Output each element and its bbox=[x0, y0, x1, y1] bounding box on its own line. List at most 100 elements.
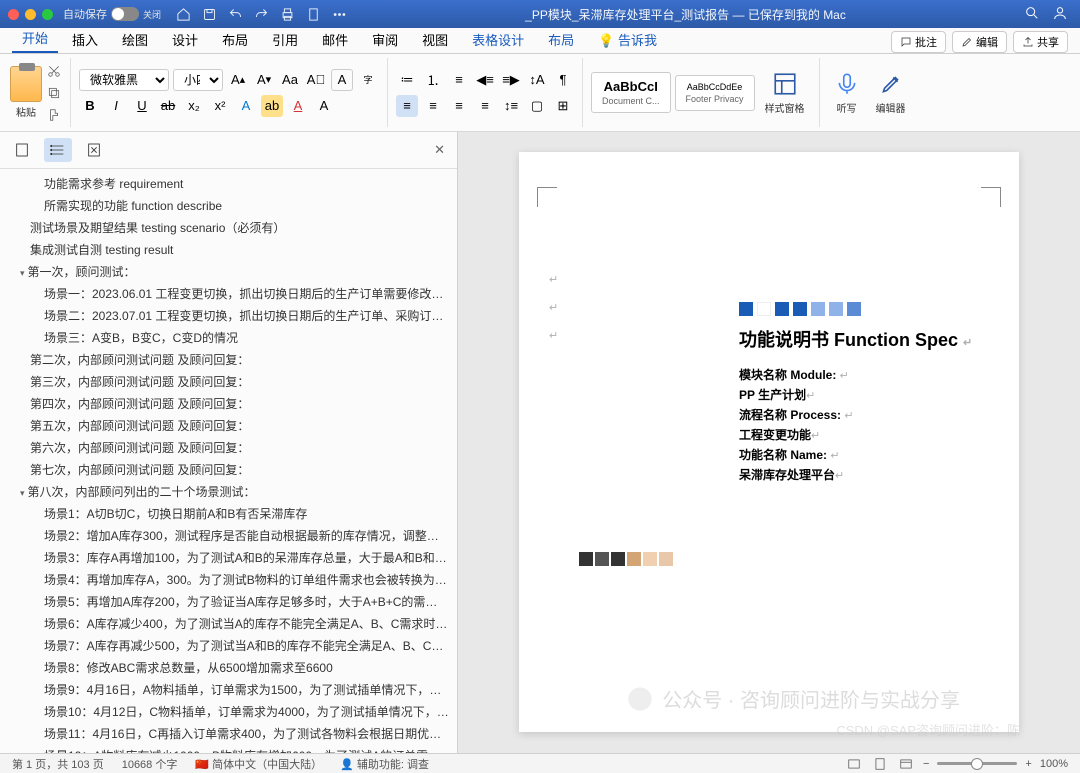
edit-outline-tab[interactable] bbox=[80, 138, 108, 162]
more-icon[interactable] bbox=[331, 6, 347, 22]
bold-button[interactable]: B bbox=[79, 95, 101, 117]
maximize-window-button[interactable] bbox=[42, 9, 53, 20]
outline-item[interactable]: 第七次，内部顾问测试问题 及顾问回复： bbox=[0, 459, 457, 481]
format-painter-icon[interactable] bbox=[46, 107, 62, 123]
undo-icon[interactable] bbox=[227, 6, 243, 22]
zoom-percent[interactable]: 100% bbox=[1040, 758, 1068, 770]
outline-item[interactable]: 场景二：2023.07.01 工程变更切换，抓出切换日期后的生产订单、采购订单需… bbox=[0, 305, 457, 327]
outline-item[interactable]: 场景6：A库存减少400，为了测试当A的库存不能完全满足A、B、C需求时，系 bbox=[0, 613, 457, 635]
change-case-icon[interactable]: Aa bbox=[279, 69, 301, 91]
tab-table-design[interactable]: 表格设计 bbox=[462, 26, 534, 53]
subscript-button[interactable]: x₂ bbox=[183, 95, 205, 117]
dictate-button[interactable]: 听写 bbox=[828, 71, 866, 115]
language-indicator[interactable]: 🇨🇳 简体中文（中国大陆） bbox=[195, 756, 322, 772]
font-color-icon[interactable]: A bbox=[287, 95, 309, 117]
line-spacing-icon[interactable]: ↕≡ bbox=[500, 95, 522, 117]
outline-item[interactable]: 第二次，内部顾问测试问题 及顾问回复： bbox=[0, 349, 457, 371]
tab-mailings[interactable]: 邮件 bbox=[312, 26, 358, 53]
outdent-icon[interactable]: ◀≡ bbox=[474, 69, 496, 91]
user-share-icon[interactable] bbox=[1052, 5, 1068, 24]
minimize-window-button[interactable] bbox=[25, 9, 36, 20]
thumbnails-tab[interactable] bbox=[8, 138, 36, 162]
search-icon[interactable] bbox=[1024, 5, 1040, 24]
outline-item[interactable]: 场景5：再增加A库存200，为了验证当A库存足够多时，大于A+B+C的需求时， bbox=[0, 591, 457, 613]
indent-icon[interactable]: ≡▶ bbox=[500, 69, 522, 91]
outline-item[interactable]: 场景8：修改ABC需求总数量，从6500增加需求至6600 bbox=[0, 657, 457, 679]
text-effects-icon[interactable]: A bbox=[235, 95, 257, 117]
style-item[interactable]: AaBbCcI Document C... bbox=[591, 72, 671, 113]
zoom-out-button[interactable]: − bbox=[923, 758, 929, 770]
multilevel-icon[interactable]: ≡ bbox=[448, 69, 470, 91]
outline-item[interactable]: 场景11：4月16日，C再插入订单需求400，为了测试各物料会根据日期优先级， bbox=[0, 723, 457, 745]
web-layout-icon[interactable] bbox=[897, 756, 915, 772]
comments-button[interactable]: 批注 bbox=[891, 31, 946, 53]
shading-icon[interactable]: ▢ bbox=[526, 95, 548, 117]
outline-item[interactable]: 场景4：再增加库存A，300。为了测试B物料的订单组件需求也会被转换为使用A bbox=[0, 569, 457, 591]
outline-item[interactable]: 场景一：2023.06.01 工程变更切换，抓出切换日期后的生产订单需要修改为呆… bbox=[0, 283, 457, 305]
share-button[interactable]: 共享 bbox=[1013, 31, 1068, 53]
print-layout-icon[interactable] bbox=[871, 756, 889, 772]
outline-item[interactable]: 场景三：A变B，B变C，C变D的情况 bbox=[0, 327, 457, 349]
phonetic-icon[interactable]: 字 bbox=[357, 69, 379, 91]
save-icon[interactable] bbox=[201, 6, 217, 22]
tab-review[interactable]: 审阅 bbox=[362, 26, 408, 53]
zoom-in-button[interactable]: + bbox=[1025, 758, 1031, 770]
tab-table-layout[interactable]: 布局 bbox=[538, 26, 584, 53]
outline-item[interactable]: 集成测试自测 testing result bbox=[0, 239, 457, 261]
copy-icon[interactable] bbox=[46, 85, 62, 101]
outline-item[interactable]: 第四次，内部顾问测试问题 及顾问回复： bbox=[0, 393, 457, 415]
edit-button[interactable]: 编辑 bbox=[952, 31, 1007, 53]
style-item[interactable]: AaBbCcDdEe Footer Privacy bbox=[675, 75, 755, 111]
outline-item[interactable]: 场景2：增加A库存300，测试程序是否能自动根据最新的库存情况，调整订单组 bbox=[0, 525, 457, 547]
document-canvas[interactable]: ↵ ↵ ↵ 功能说明书 Function Spec ↵ 模块名称 Module:… bbox=[458, 132, 1080, 753]
superscript-button[interactable]: x² bbox=[209, 95, 231, 117]
strike-button[interactable]: ab bbox=[157, 95, 179, 117]
print-icon[interactable] bbox=[279, 6, 295, 22]
increase-font-icon[interactable]: A▴ bbox=[227, 69, 249, 91]
underline-button[interactable]: U bbox=[131, 95, 153, 117]
word-count[interactable]: 10668 个字 bbox=[122, 756, 178, 772]
tab-insert[interactable]: 插入 bbox=[62, 26, 108, 53]
outline-item[interactable]: 场景3：库存A再增加100，为了测试A和B的呆滞库存总量，大于最A和B和C的 bbox=[0, 547, 457, 569]
decrease-font-icon[interactable]: A▾ bbox=[253, 69, 275, 91]
outline-item[interactable]: 场景7：A库存再减少500，为了测试当A和B的库存不能完全满足A、B、C需求 bbox=[0, 635, 457, 657]
char-border-icon[interactable]: A bbox=[331, 69, 353, 91]
paste-button[interactable]: 粘贴 bbox=[10, 66, 42, 119]
align-right-icon[interactable]: ≡ bbox=[448, 95, 470, 117]
outline-item[interactable]: 场景10：4月12日，C物料插单，订单需求为4000，为了测试插单情况下，执行 bbox=[0, 701, 457, 723]
outline-item[interactable]: 第一次，顾问测试： bbox=[0, 261, 457, 283]
font-name-select[interactable]: 微软雅黑 bbox=[79, 69, 169, 91]
tab-design[interactable]: 设计 bbox=[162, 26, 208, 53]
autosave-toggle[interactable]: 自动保存 关闭 bbox=[63, 6, 161, 22]
close-pane-button[interactable]: ✕ bbox=[430, 142, 449, 158]
cut-icon[interactable] bbox=[46, 63, 62, 79]
outline-item[interactable]: 测试场景及期望结果 testing scenario（必须有） bbox=[0, 217, 457, 239]
outline-item[interactable]: 场景12：A物料库存减少1000，B物料库存增加600，为了测试A的订单需求会挪 bbox=[0, 745, 457, 753]
accessibility-check[interactable]: 👤 辅助功能: 调查 bbox=[340, 756, 429, 772]
clear-format-icon[interactable]: A⃠ bbox=[305, 69, 327, 91]
outline-item[interactable]: 所需实现的功能 function describe bbox=[0, 195, 457, 217]
tab-references[interactable]: 引用 bbox=[262, 26, 308, 53]
editor-button[interactable]: 编辑器 bbox=[870, 71, 912, 115]
tab-view[interactable]: 视图 bbox=[412, 26, 458, 53]
font-size-select[interactable]: 小四 bbox=[173, 69, 223, 91]
char-shading-icon[interactable]: A bbox=[313, 95, 335, 117]
tab-draw[interactable]: 绘图 bbox=[112, 26, 158, 53]
outline-tab[interactable] bbox=[44, 138, 72, 162]
align-left-icon[interactable]: ≡ bbox=[396, 95, 418, 117]
highlight-icon[interactable]: ab bbox=[261, 95, 283, 117]
bullets-icon[interactable]: ≔ bbox=[396, 69, 418, 91]
home-icon[interactable] bbox=[175, 6, 191, 22]
close-window-button[interactable] bbox=[8, 9, 19, 20]
zoom-slider[interactable] bbox=[937, 762, 1017, 765]
outline-item[interactable]: 第三次，内部顾问测试问题 及顾问回复： bbox=[0, 371, 457, 393]
page-indicator[interactable]: 第 1 页，共 103 页 bbox=[12, 756, 104, 772]
justify-icon[interactable]: ≡ bbox=[474, 95, 496, 117]
outline-item[interactable]: 场景1：A切B切C，切换日期前A和B有否呆滞库存 bbox=[0, 503, 457, 525]
tab-layout[interactable]: 布局 bbox=[212, 26, 258, 53]
outline-item[interactable]: 第五次，内部顾问测试问题 及顾问回复： bbox=[0, 415, 457, 437]
borders-icon[interactable]: ⊞ bbox=[552, 95, 574, 117]
show-marks-icon[interactable]: ¶ bbox=[552, 69, 574, 91]
sort-icon[interactable]: ↕A bbox=[526, 69, 548, 91]
italic-button[interactable]: I bbox=[105, 95, 127, 117]
